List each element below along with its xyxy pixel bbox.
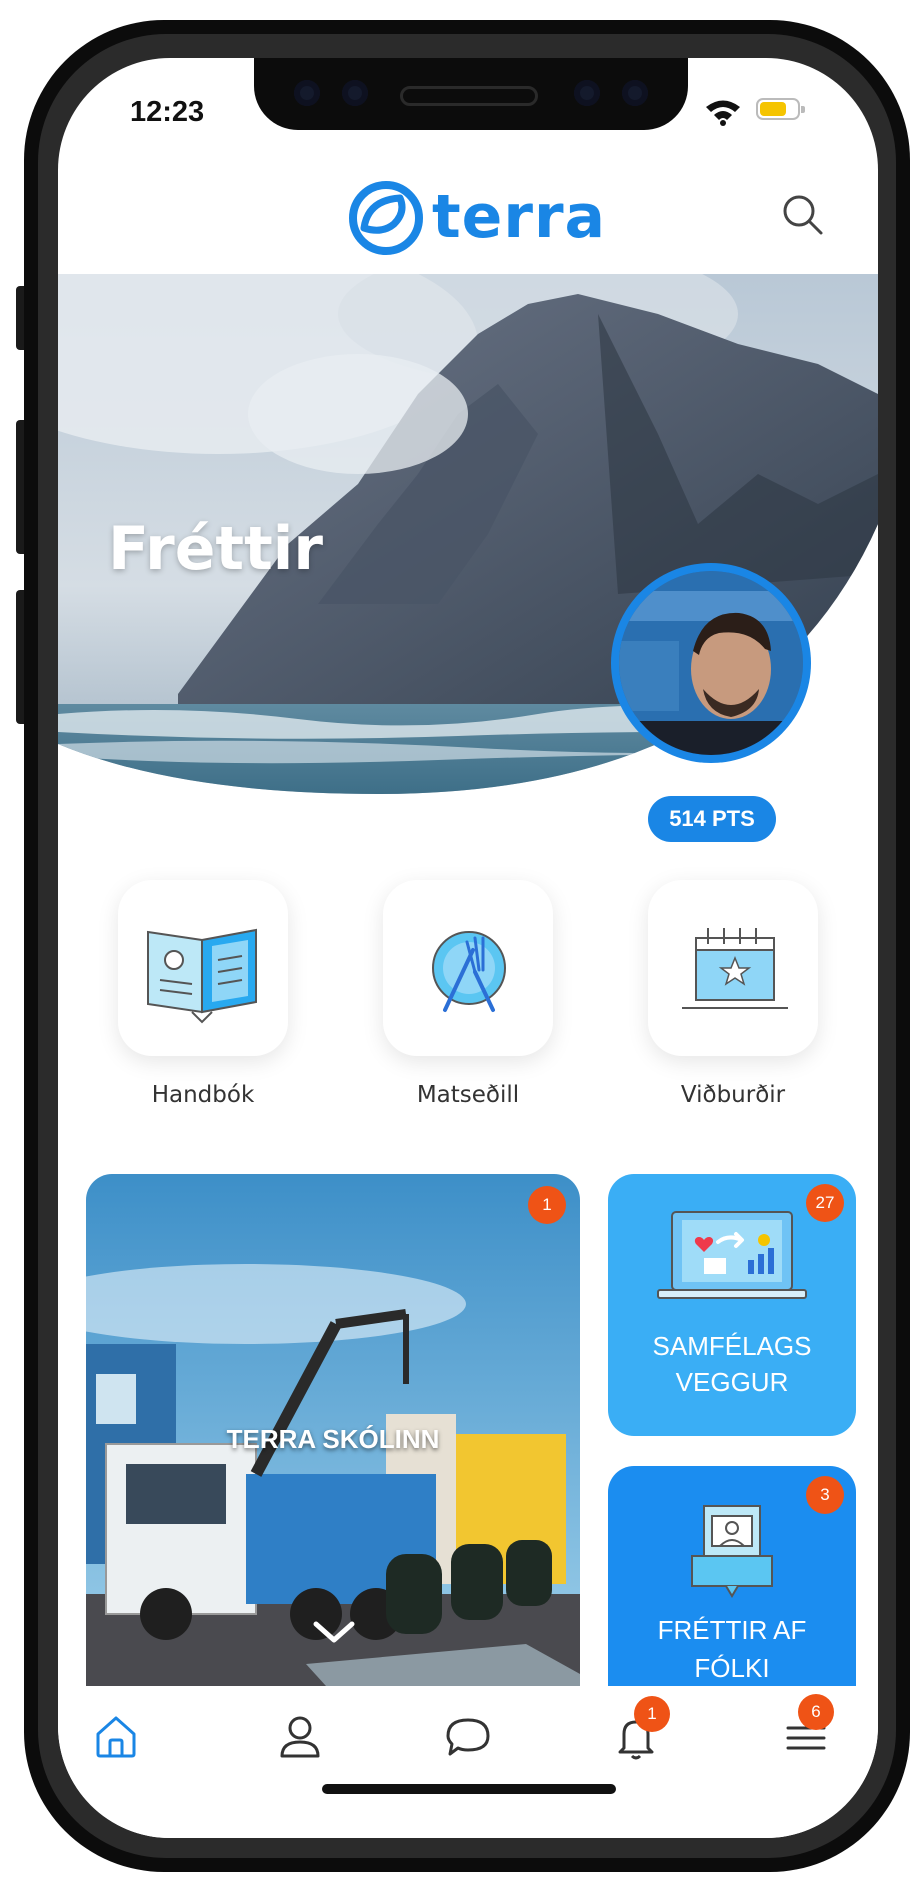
- handbook-label: Handbók: [151, 1082, 255, 1108]
- notification-badge: 3: [806, 1476, 844, 1514]
- menu-count-badge: 6: [798, 1694, 834, 1730]
- bottom-tab-bar: 1 6: [58, 1686, 878, 1838]
- handbook-tile[interactable]: [118, 880, 288, 1056]
- terra-logo-icon: [349, 181, 423, 255]
- profile-card-icon: [691, 1505, 773, 1598]
- menu-tile[interactable]: [383, 880, 553, 1056]
- book-icon: [147, 928, 257, 1024]
- hero-title: Fréttir: [108, 514, 323, 584]
- chevron-down-icon[interactable]: [312, 1620, 356, 1644]
- plate-fork-knife-icon: [432, 931, 506, 1012]
- app-screen: 12:23 terra Fréttir 514 PTS Handbók Mats…: [58, 58, 878, 1838]
- notch: [254, 58, 688, 130]
- notification-badge: 27: [806, 1184, 844, 1222]
- community-wall-card[interactable]: SAMFÉLAGS VEGGUR 27: [608, 1174, 856, 1436]
- home-icon[interactable]: [86, 1706, 146, 1766]
- profile-avatar[interactable]: [611, 563, 811, 763]
- chat-bubble-icon[interactable]: [438, 1706, 498, 1766]
- points-badge[interactable]: 514 PTS: [648, 796, 776, 842]
- terra-school-card[interactable]: TERRA SKÓLINN 1: [86, 1174, 580, 1686]
- sensor-dot: [622, 80, 648, 106]
- community-wall-label-1: SAMFÉLAGS: [652, 1331, 812, 1361]
- logo-wordmark: terra: [432, 182, 607, 252]
- camera-icon: [342, 80, 368, 106]
- earpiece-speaker: [400, 86, 538, 106]
- calendar-icon: [682, 928, 788, 1009]
- battery-icon: [756, 98, 805, 120]
- events-tile[interactable]: [648, 880, 818, 1056]
- profile-icon[interactable]: [270, 1706, 330, 1766]
- terra-school-label: TERRA SKÓLINN: [226, 1424, 440, 1454]
- terra-logo: terra: [346, 178, 605, 258]
- notification-badge: 1: [528, 1186, 566, 1224]
- notifications-count-badge: 1: [634, 1696, 670, 1732]
- avatar-photo: [619, 571, 803, 755]
- search-icon[interactable]: [776, 188, 830, 242]
- people-news-label-1: FRÉTTIR AF: [657, 1615, 807, 1645]
- menu-label: Matseðill: [416, 1082, 520, 1108]
- community-wall-label-2: VEGGUR: [675, 1367, 789, 1397]
- status-time: 12:23: [130, 96, 205, 128]
- camera-icon: [574, 80, 600, 106]
- events-label: Viðburðir: [680, 1082, 786, 1108]
- wifi-icon: [706, 100, 740, 126]
- home-indicator[interactable]: [322, 1784, 616, 1794]
- sensor-dot: [294, 80, 320, 106]
- people-news-label-2: FÓLKI: [694, 1653, 770, 1683]
